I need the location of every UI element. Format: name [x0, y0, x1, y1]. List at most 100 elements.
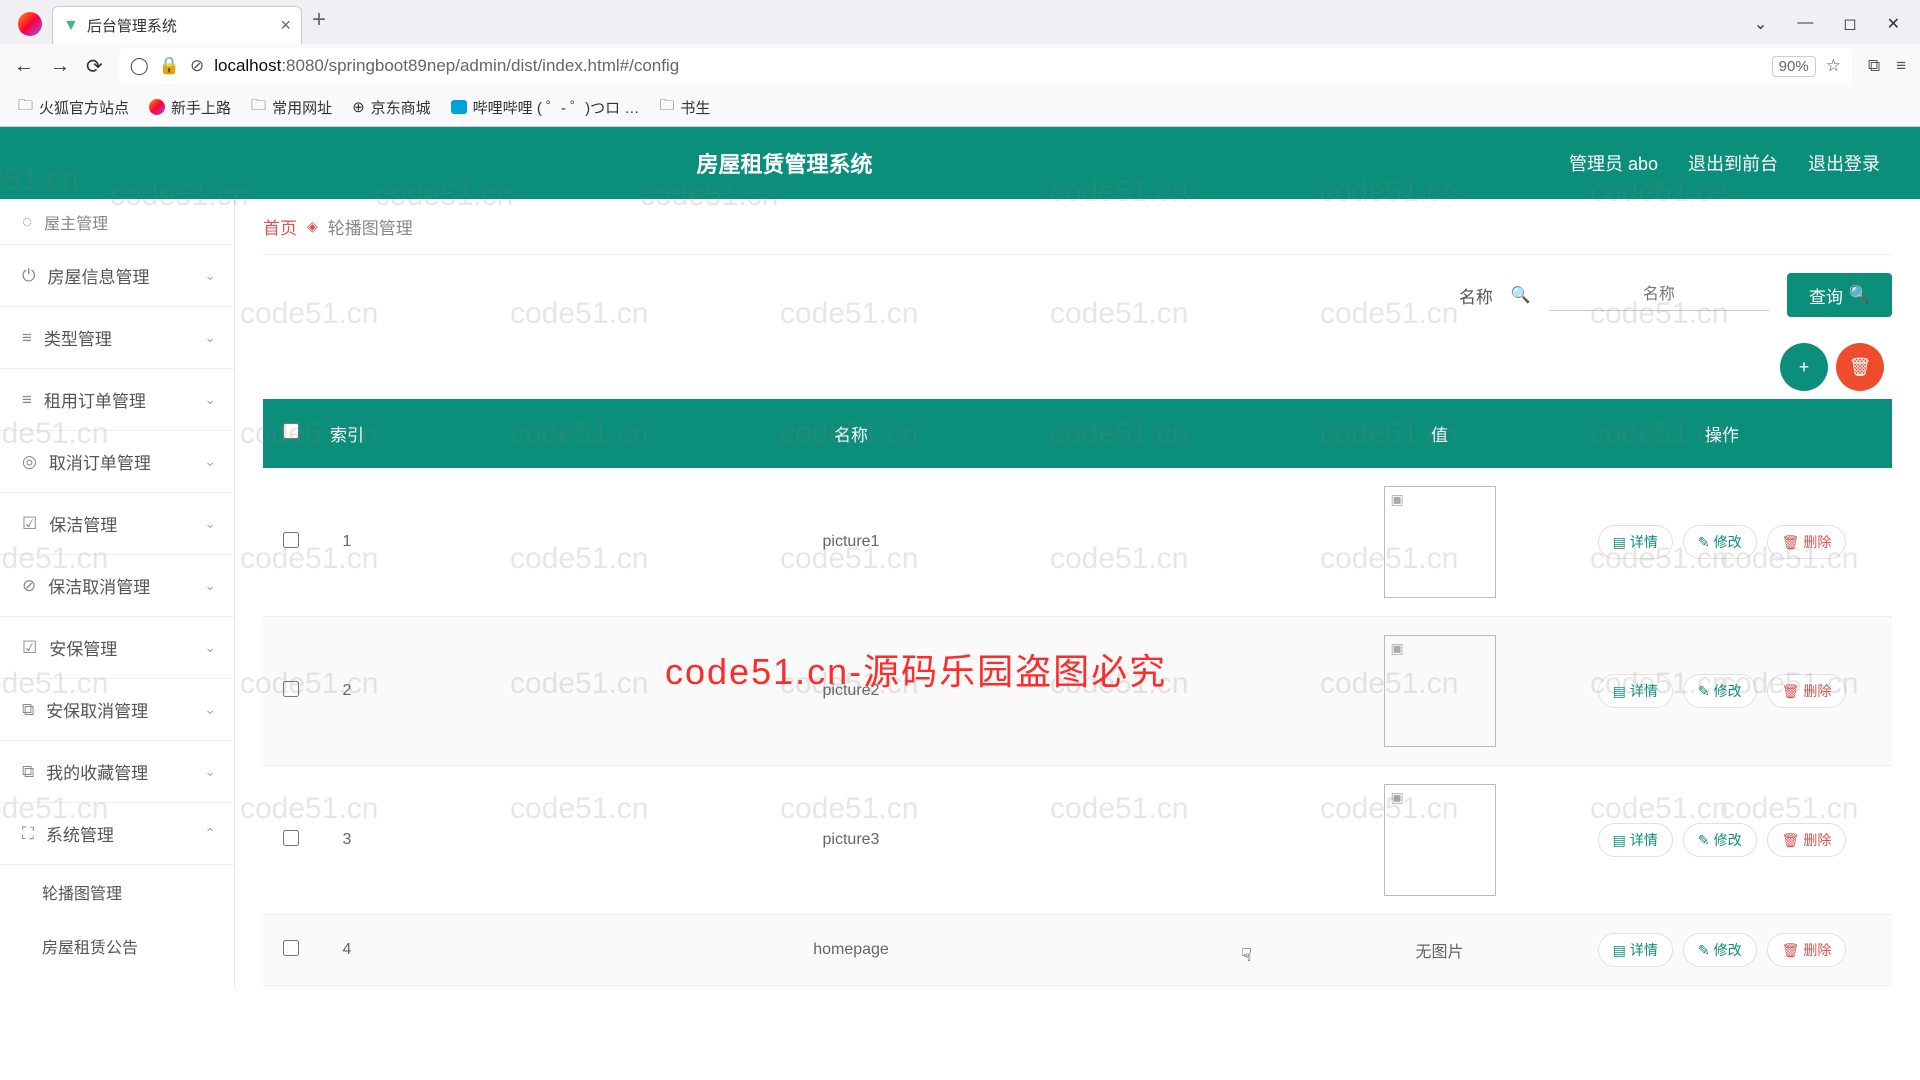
sidebar-item-rent-order[interactable]: ≡租用订单管理⌄: [0, 369, 234, 431]
sidebar-item-security-cancel[interactable]: ⧉安保取消管理⌄: [0, 679, 234, 741]
tabs-dropdown-icon[interactable]: ⌄: [1754, 14, 1767, 34]
table-row: 1picture1▤详情✎修改🗑删除: [263, 468, 1892, 617]
forward-icon[interactable]: →: [50, 55, 70, 78]
chevron-down-icon: ⌄: [204, 701, 216, 718]
sidebar-item-security[interactable]: ☑安保管理⌄: [0, 617, 234, 679]
search-icon: 🔍: [1849, 285, 1870, 305]
select-all-checkbox[interactable]: [283, 423, 299, 439]
bookmark-item[interactable]: 🗀书生: [659, 95, 710, 120]
row-checkbox[interactable]: [283, 940, 299, 956]
delete-row-button[interactable]: 🗑删除: [1767, 674, 1847, 708]
sidebar-sub-carousel[interactable]: 轮播图管理: [0, 865, 234, 919]
sidebar: ◌屋主管理 ⏻房屋信息管理⌄ ≡类型管理⌄ ≡租用订单管理⌄ ◎取消订单管理⌄ …: [0, 199, 235, 986]
new-tab-button[interactable]: +: [312, 6, 326, 38]
image-placeholder: [1384, 635, 1496, 747]
edit-button[interactable]: ✎修改: [1683, 823, 1757, 857]
crop-icon: ⧉: [22, 700, 34, 720]
search-button[interactable]: 查询🔍: [1787, 273, 1892, 317]
window-controls: ⌄ — ◻ ✕: [1754, 14, 1920, 44]
folder-icon: 🗀: [659, 95, 674, 120]
search-label: 名称: [1459, 283, 1493, 308]
sidebar-item-clean-cancel[interactable]: ⊘保洁取消管理⌄: [0, 555, 234, 617]
edit-button[interactable]: ✎修改: [1683, 674, 1757, 708]
browser-toolbar: ← → ⟳ ◯ 🔒 ⊘ localhost:8080/springboot89n…: [0, 44, 1920, 88]
power-icon: ⏻: [22, 266, 35, 286]
detail-button[interactable]: ▤详情: [1598, 674, 1673, 708]
cell-index: 3: [319, 766, 375, 915]
chevron-down-icon: ⌄: [204, 267, 216, 284]
delete-row-button[interactable]: 🗑删除: [1767, 933, 1847, 967]
sidebar-item-house[interactable]: ⏻房屋信息管理⌄: [0, 245, 234, 307]
data-table: 索引 名称 值 操作 1picture1▤详情✎修改🗑删除2picture2▤详…: [263, 399, 1892, 986]
image-placeholder: [1384, 784, 1496, 896]
sidebar-item-fav[interactable]: ⧉我的收藏管理⌄: [0, 741, 234, 803]
chevron-down-icon: ⌄: [204, 515, 216, 532]
maximize-icon[interactable]: ◻: [1843, 14, 1856, 34]
row-ops: ▤详情 ✎修改 🗑删除: [1562, 525, 1882, 559]
detail-button[interactable]: ▤详情: [1598, 823, 1673, 857]
add-button[interactable]: +: [1780, 343, 1828, 391]
extensions-icon[interactable]: ⧉: [1868, 56, 1880, 76]
row-checkbox[interactable]: [283, 681, 299, 697]
tag-icon: ◈: [307, 218, 318, 235]
header-actions: 管理员 abo 退出到前台 退出登录: [1569, 150, 1920, 176]
cell-value: [1327, 468, 1552, 617]
address-bar[interactable]: ◯ 🔒 ⊘ localhost:8080/springboot89nep/adm…: [119, 48, 1852, 84]
sidebar-item-clean[interactable]: ☑保洁管理⌄: [0, 493, 234, 555]
copy-icon: ⧉: [22, 762, 34, 782]
sidebar-item-owner[interactable]: ◌屋主管理: [0, 199, 234, 245]
edit-icon: ✎: [1698, 683, 1710, 700]
close-window-icon[interactable]: ✕: [1887, 14, 1900, 34]
chevron-down-icon: ⌄: [204, 329, 216, 346]
cell-value: 无图片: [1327, 915, 1552, 986]
detail-button[interactable]: ▤详情: [1598, 933, 1673, 967]
current-admin[interactable]: 管理员 abo: [1569, 150, 1658, 176]
url-text: localhost:8080/springboot89nep/admin/dis…: [214, 56, 1761, 76]
row-checkbox[interactable]: [283, 532, 299, 548]
detail-icon: ▤: [1613, 942, 1626, 959]
breadcrumb-home[interactable]: 首页: [263, 214, 297, 239]
cell-value: [1327, 766, 1552, 915]
detail-icon: ▤: [1613, 683, 1626, 700]
sidebar-item-cancel-order[interactable]: ◎取消订单管理⌄: [0, 431, 234, 493]
col-checkbox: [263, 399, 319, 468]
browser-tab[interactable]: ▼ 后台管理系统 ×: [52, 6, 302, 44]
bookmark-item[interactable]: 新手上路: [149, 97, 231, 118]
body: ◌屋主管理 ⏻房屋信息管理⌄ ≡类型管理⌄ ≡租用订单管理⌄ ◎取消订单管理⌄ …: [0, 199, 1920, 986]
delete-row-button[interactable]: 🗑删除: [1767, 525, 1847, 559]
chevron-up-icon: ⌃: [204, 825, 216, 842]
edit-button[interactable]: ✎修改: [1683, 933, 1757, 967]
bookmark-item[interactable]: 🗀常用网址: [251, 95, 332, 120]
sidebar-item-type[interactable]: ≡类型管理⌄: [0, 307, 234, 369]
folder-icon: 🗀: [251, 95, 266, 120]
app-menu-icon[interactable]: ≡: [1896, 56, 1906, 76]
bookmark-star-icon[interactable]: ☆: [1826, 56, 1841, 76]
close-icon[interactable]: ×: [280, 15, 291, 36]
go-frontstage-link[interactable]: 退出到前台: [1688, 150, 1778, 176]
delete-row-button[interactable]: 🗑删除: [1767, 823, 1847, 857]
bookmark-item[interactable]: ⊕京东商城: [352, 97, 431, 118]
detail-button[interactable]: ▤详情: [1598, 525, 1673, 559]
main-content: 首页 ◈ 轮播图管理 名称 🔍 查询🔍 + 🗑 索引 名称: [235, 199, 1920, 986]
row-checkbox[interactable]: [283, 830, 299, 846]
sidebar-item-system[interactable]: ⛶系统管理⌃: [0, 803, 234, 865]
refresh-icon[interactable]: ⟳: [86, 54, 103, 79]
search-input[interactable]: [1549, 280, 1769, 311]
zoom-level[interactable]: 90%: [1772, 56, 1816, 77]
cell-name: picture3: [375, 766, 1327, 915]
cell-index: 2: [319, 617, 375, 766]
back-icon[interactable]: ←: [14, 55, 34, 78]
logout-link[interactable]: 退出登录: [1808, 150, 1880, 176]
edit-button[interactable]: ✎修改: [1683, 525, 1757, 559]
trash-icon: 🗑: [1782, 534, 1800, 551]
minimize-icon[interactable]: —: [1797, 14, 1813, 34]
trash-icon: 🗑: [1782, 832, 1800, 849]
delete-button[interactable]: 🗑: [1836, 343, 1884, 391]
image-placeholder: [1384, 486, 1496, 598]
search-icon: 🔍: [1511, 285, 1531, 305]
bookmark-item[interactable]: 哔哩哔哩 ( ゜- ゜)つロ …: [451, 97, 640, 118]
cell-index: 1: [319, 468, 375, 617]
bookmark-item[interactable]: 🗀火狐官方站点: [18, 95, 129, 120]
sidebar-sub-notice[interactable]: 房屋租赁公告: [0, 919, 234, 973]
bookmarks-bar: 🗀火狐官方站点 新手上路 🗀常用网址 ⊕京东商城 哔哩哔哩 ( ゜- ゜)つロ …: [0, 88, 1920, 126]
